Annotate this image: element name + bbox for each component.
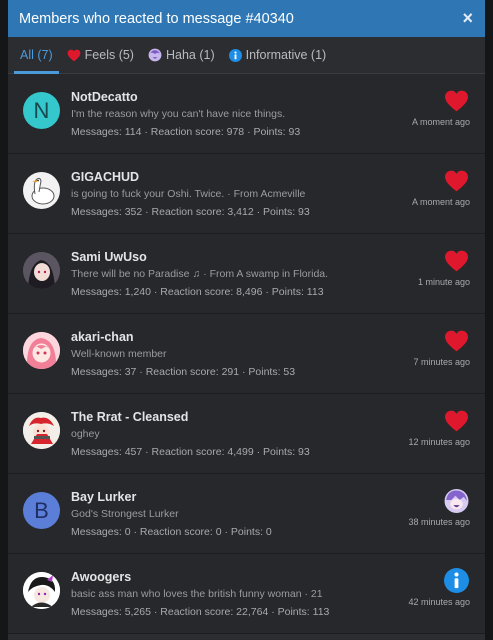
info-icon bbox=[228, 48, 242, 62]
tab-label: Haha (1) bbox=[165, 48, 215, 62]
list-item: Awoogers basic ass man who loves the bri… bbox=[8, 554, 485, 634]
user-stats: Messages: 5,265 · Reaction score: 22,764… bbox=[71, 606, 330, 618]
user-tagline: There will be no Paradise ♫ · From A swa… bbox=[71, 268, 329, 280]
avatar[interactable] bbox=[23, 412, 60, 449]
heart-icon bbox=[67, 49, 81, 62]
info-icon bbox=[444, 568, 469, 593]
dialog-titlebar: Members who reacted to message #40340 × bbox=[8, 0, 485, 37]
list-item: The Rrat - Cleansed oghey Messages: 457 … bbox=[8, 394, 485, 474]
anime-avatar-image bbox=[23, 252, 60, 289]
haha-icon bbox=[444, 488, 469, 513]
reaction-time: 1 minute ago bbox=[417, 277, 470, 287]
list-item: Sami UwUso There will be no Paradise ♫ ·… bbox=[8, 234, 485, 314]
member-list: N NotDecatto I'm the reason why you can'… bbox=[8, 74, 485, 634]
username-link[interactable]: NotDecatto bbox=[71, 90, 375, 104]
avatar[interactable]: N bbox=[23, 92, 60, 129]
avatar[interactable] bbox=[23, 172, 60, 209]
heart-icon bbox=[444, 408, 469, 433]
user-stats: Messages: 37 · Reaction score: 291 · Poi… bbox=[71, 366, 296, 378]
heart-icon bbox=[444, 88, 469, 113]
list-item: B Bay Lurker God's Strongest Lurker Mess… bbox=[8, 474, 485, 554]
user-stats: Messages: 457 · Reaction score: 4,499 · … bbox=[71, 446, 310, 458]
user-tagline: basic ass man who loves the british funn… bbox=[71, 588, 323, 600]
heart-icon bbox=[444, 248, 469, 273]
username-link[interactable]: akari-chan bbox=[71, 330, 375, 344]
avatar[interactable] bbox=[23, 572, 60, 609]
user-tagline: is going to fuck your Oshi. Twice. · Fro… bbox=[71, 188, 306, 200]
dialog-title: Members who reacted to message #40340 bbox=[19, 10, 294, 27]
username-link[interactable]: Awoogers bbox=[71, 570, 375, 584]
anime-avatar-image bbox=[23, 572, 60, 609]
user-stats: Messages: 352 · Reaction score: 3,412 · … bbox=[71, 206, 310, 218]
list-item: akari-chan Well-known member Messages: 3… bbox=[8, 314, 485, 394]
username-link[interactable]: The Rrat - Cleansed bbox=[71, 410, 375, 424]
tab-feels[interactable]: Feels (5) bbox=[61, 37, 140, 73]
user-stats: Messages: 0 · Reaction score: 0 · Points… bbox=[71, 526, 272, 538]
list-item: GIGACHUD is going to fuck your Oshi. Twi… bbox=[8, 154, 485, 234]
user-tagline: Well-known member bbox=[71, 348, 167, 360]
user-tagline: I'm the reason why you can't have nice t… bbox=[71, 108, 286, 120]
heart-icon bbox=[444, 328, 469, 353]
tab-all[interactable]: All (7) bbox=[14, 37, 59, 74]
reaction-tabs: All (7) Feels (5) Haha (1) Informative (… bbox=[8, 37, 485, 74]
reaction-time: A moment ago bbox=[411, 197, 470, 207]
haha-icon bbox=[148, 48, 162, 62]
tab-label: All (7) bbox=[20, 48, 53, 62]
username-link[interactable]: Sami UwUso bbox=[71, 250, 375, 264]
tab-label: Feels (5) bbox=[84, 48, 134, 62]
reaction-time: 7 minutes ago bbox=[413, 357, 470, 367]
avatar[interactable] bbox=[23, 332, 60, 369]
user-stats: Messages: 114 · Reaction score: 978 · Po… bbox=[71, 126, 301, 138]
anime-avatar-image bbox=[23, 332, 60, 369]
reactions-dialog: Members who reacted to message #40340 × … bbox=[8, 0, 485, 640]
reaction-time: 12 minutes ago bbox=[408, 437, 470, 447]
list-item: N NotDecatto I'm the reason why you can'… bbox=[8, 74, 485, 154]
reaction-time: A moment ago bbox=[411, 117, 470, 127]
avatar-letter: N bbox=[33, 97, 50, 123]
user-tagline: oghey bbox=[71, 428, 100, 440]
tab-informative[interactable]: Informative (1) bbox=[223, 37, 333, 73]
anime-avatar-image bbox=[23, 412, 60, 449]
username-link[interactable]: Bay Lurker bbox=[71, 490, 375, 504]
avatar[interactable]: B bbox=[23, 492, 60, 529]
avatar-letter: B bbox=[34, 497, 49, 523]
reaction-time: 42 minutes ago bbox=[408, 597, 470, 607]
user-tagline: God's Strongest Lurker bbox=[71, 508, 179, 520]
goose-avatar-image bbox=[31, 177, 55, 205]
avatar[interactable] bbox=[23, 252, 60, 289]
user-stats: Messages: 1,240 · Reaction score: 8,496 … bbox=[71, 286, 324, 298]
tab-label: Informative (1) bbox=[245, 48, 327, 62]
username-link[interactable]: GIGACHUD bbox=[71, 170, 375, 184]
heart-icon bbox=[444, 168, 469, 193]
tab-haha[interactable]: Haha (1) bbox=[142, 37, 221, 73]
reaction-time: 38 minutes ago bbox=[408, 517, 470, 527]
close-icon[interactable]: × bbox=[462, 8, 473, 29]
